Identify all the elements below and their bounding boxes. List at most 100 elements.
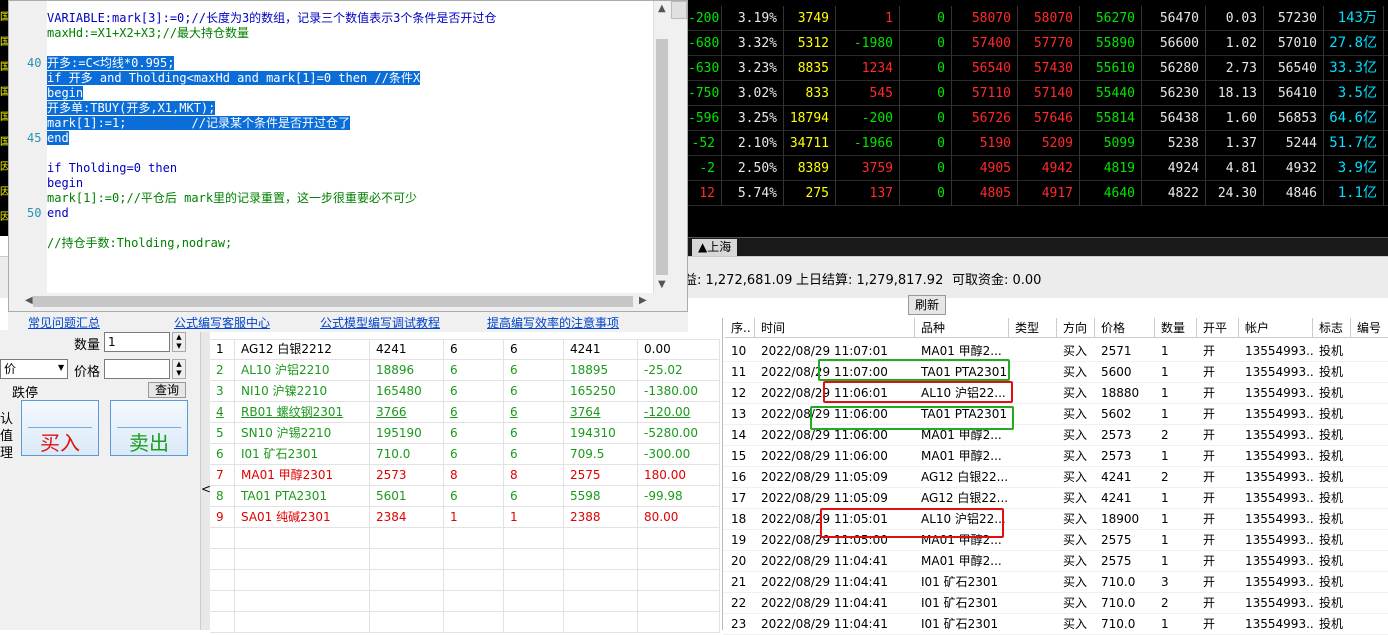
column-header[interactable]: 序.. (725, 318, 755, 338)
scroll-thumb[interactable] (656, 39, 668, 275)
quote-row[interactable]: -52 2.10% 34711 -1966 0 5190 5209 5099 5238 1.37 5… (688, 131, 1388, 156)
table-row[interactable]: 17 2022/08/29 11:05:09 AG12 白银22... 买入 4241 1… (723, 488, 1388, 509)
qty-input[interactable]: 1 (104, 332, 170, 352)
query-button[interactable]: 查询 (148, 382, 186, 398)
code-area[interactable]: VARIABLE:mark[3]:=0;//长度为3的数组，记录三个数值表示3个… (47, 1, 653, 293)
quote-row[interactable]: -200 3.19% 3749 1 0 58070 58070 56270 56470 0.03 5… (688, 6, 1388, 31)
quote-row[interactable]: -2 2.50% 8389 3759 0 4905 4942 4819 4924 4.81 4932… (688, 156, 1388, 181)
quote-row[interactable]: -596 3.25% 18794 -200 0 56726 57646 55814 56438 1… (688, 106, 1388, 131)
position-cell: 6 (504, 360, 564, 381)
trade-cell (1009, 488, 1057, 509)
sell-button[interactable]: 卖出 (110, 400, 188, 456)
qty-spinner[interactable]: ▲ ▼ (172, 332, 186, 352)
code-line[interactable]: if Tholding=0 then (47, 161, 177, 176)
tab-shanghai[interactable]: ▲上海 (692, 239, 738, 256)
quote-cell: 33.3亿 (1324, 56, 1384, 81)
outer-scrollbar[interactable] (671, 1, 687, 19)
table-row[interactable]: 2 AL10 沪铝2210 18896 6 6 18895 -25.02 (210, 360, 720, 381)
trade-cell: 开 (1203, 344, 1216, 358)
code-line[interactable]: //持仓手数:Tholding,nodraw; (47, 236, 232, 251)
quote-cell: 4805 (952, 181, 1018, 206)
column-header[interactable]: 类型 (1009, 318, 1057, 338)
code-text: 开多单:TBUY(开多,X1,MKT); (47, 101, 216, 115)
quote-row[interactable]: -680 3.32% 5312 -1980 0 57400 57770 55890 56600 1… (688, 31, 1388, 56)
trade-cell: 21 (731, 575, 747, 589)
vertical-scrollbar[interactable]: ▲ ▼ (653, 1, 669, 293)
link-support[interactable]: 公式编写客服中心 (174, 314, 270, 331)
code-text: end (47, 131, 69, 145)
trade-cell: 13554993... (1245, 491, 1313, 505)
link-tips[interactable]: 提高编写效率的注意事项 (487, 314, 619, 331)
quote-row[interactable]: -630 3.23% 8835 1234 0 56540 57430 55610 56280 2.… (688, 56, 1388, 81)
table-row[interactable]: 23 2022/08/29 11:04:41 I01 矿石2301 买入 710.0 1 开… (723, 614, 1388, 635)
quote-board[interactable]: -200 3.19% 3749 1 0 58070 58070 56270 56470 0.03 5… (688, 0, 1388, 237)
table-row[interactable]: 6 I01 矿石2301 710.0 6 6 709.5 -300.00 (210, 444, 720, 465)
column-header[interactable]: 帐户 (1239, 318, 1313, 338)
panel-splitter[interactable]: < (200, 332, 211, 630)
position-cell: SA01 纯碱2301 (235, 507, 370, 528)
table-row[interactable]: 3 NI10 沪镍2210 165480 6 6 165250 -1380.00 (210, 381, 720, 402)
code-line[interactable]: 开多:=C<均线*0.995; (47, 56, 175, 71)
link-tutorial[interactable]: 公式模型编写调试教程 (320, 314, 440, 331)
column-header[interactable]: 方向 (1057, 318, 1095, 338)
code-line[interactable]: VARIABLE:mark[3]:=0;//长度为3的数组，记录三个数值表示3个… (47, 11, 496, 26)
trade-cell: 10 (731, 344, 747, 358)
quote-cell: 2.73 (1206, 56, 1264, 81)
column-header[interactable]: 品种 (915, 318, 1009, 338)
code-line[interactable]: end (47, 206, 69, 221)
chevron-down-icon[interactable]: ▼ (58, 363, 64, 372)
position-cell: 4241 (370, 339, 444, 360)
column-header[interactable]: 标志 (1313, 318, 1351, 338)
table-row[interactable]: 5 SN10 沪锡2210 195190 6 6 194310 -5280.00 (210, 423, 720, 444)
scroll-left-icon[interactable]: ◀ (25, 295, 33, 306)
quote-row[interactable]: 12 5.74% 275 137 0 4805 4917 4640 4822 24.30 4846 1… (688, 181, 1388, 206)
table-row[interactable]: 4 RB01 螺纹钢2301 3766 6 6 3764 -120.00 (210, 402, 720, 423)
table-row[interactable]: 15 2022/08/29 11:06:00 MA01 甲醇2... 买入 2573 1 开… (723, 446, 1388, 467)
empty-cell (504, 528, 564, 549)
trade-cell: 买入 (1063, 533, 1088, 547)
price-input[interactable] (104, 359, 170, 379)
quote-cell: 5312 (784, 31, 836, 56)
column-header[interactable]: 数量 (1155, 318, 1197, 338)
trade-cell: 开 (1203, 449, 1216, 463)
quote-row[interactable]: -750 3.02% 833 545 0 57110 57140 55440 56230 18.1… (688, 81, 1388, 106)
quote-cell: 5244 (1264, 131, 1324, 156)
scroll-right-icon[interactable]: ▶ (639, 295, 647, 306)
scroll-down-icon[interactable]: ▼ (658, 279, 666, 290)
table-row[interactable]: 1 AG12 白银2212 4241 6 6 4241 0.00 (210, 339, 720, 360)
refresh-button[interactable]: 刷新 (908, 295, 946, 315)
link-faq[interactable]: 常见问题汇总 (28, 314, 100, 331)
column-header[interactable]: 编号 (1351, 318, 1388, 338)
formula-editor[interactable]: 40 45 50 VARIABLE:mark[3]:=0;//长度为3的数组，记录三… (8, 0, 688, 312)
trade-cell: 11 (731, 365, 747, 379)
code-line[interactable]: mark[1]:=0;//平仓后 mark里的记录重置，这一步很重要必不可少 (47, 191, 417, 206)
code-line[interactable]: if 开多 and Tholding<maxHd and mark[1]=0 t… (47, 71, 421, 86)
quote-cell: 57110 (952, 81, 1018, 106)
code-line[interactable]: begin (47, 176, 83, 191)
table-row[interactable]: 7 MA01 甲醇2301 2573 8 8 2575 180.00 (210, 465, 720, 486)
code-line[interactable]: begin (47, 86, 84, 101)
column-header[interactable]: 开平 (1197, 318, 1239, 338)
trade-cell: 买入 (1063, 596, 1088, 610)
position-cell: 2388 (564, 507, 638, 528)
column-header[interactable]: 时间 (755, 318, 915, 338)
trade-cell: 开 (1203, 512, 1216, 526)
horizontal-scrollbar[interactable]: ◀ ▶ (25, 293, 653, 310)
trade-cell: 17 (731, 491, 747, 505)
buy-button[interactable]: 买入 (21, 400, 99, 456)
table-row[interactable]: 22 2022/08/29 11:04:41 I01 矿石2301 买入 710.0 2 开… (723, 593, 1388, 614)
table-row[interactable]: 20 2022/08/29 11:04:41 MA01 甲醇2... 买入 2575 1 开… (723, 551, 1388, 572)
code-line[interactable]: end (47, 131, 69, 146)
code-line[interactable]: mark[1]:=1; //记录某个条件是否开过仓了 (47, 116, 350, 131)
table-row[interactable]: 16 2022/08/29 11:05:09 AG12 白银22... 买入 4241 2… (723, 467, 1388, 488)
code-line[interactable]: maxHd:=X1+X2+X3;//最大持仓数量 (47, 26, 249, 41)
table-row[interactable]: 21 2022/08/29 11:04:41 I01 矿石2301 买入 710.0 3 开… (723, 572, 1388, 593)
scroll-up-icon[interactable]: ▲ (658, 3, 666, 14)
table-row[interactable]: 9 SA01 纯碱2301 2384 1 1 2388 80.00 (210, 507, 720, 528)
price-spinner[interactable]: ▲ ▼ (172, 359, 186, 379)
code-line[interactable]: 开多单:TBUY(开多,X1,MKT); (47, 101, 216, 116)
column-header[interactable]: 价格 (1095, 318, 1155, 338)
quote-cell: 1234 (836, 56, 900, 81)
hscroll-thumb[interactable] (33, 296, 633, 307)
table-row[interactable]: 8 TA01 PTA2301 5601 6 6 5598 -99.98 (210, 486, 720, 507)
